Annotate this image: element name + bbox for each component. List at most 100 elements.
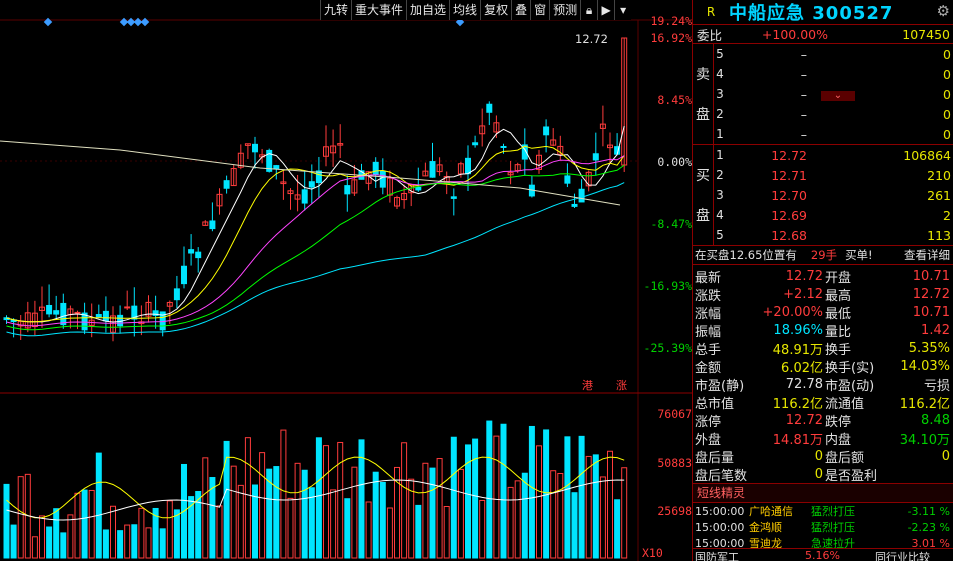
axis-pct-6: -16.93% [643, 279, 692, 293]
buy-row[interactable]: 4 12.69 2 [713, 205, 953, 225]
last-price-label: 12.72 [575, 32, 608, 46]
toolbar-add-watchlist-button[interactable]: 加自选 [406, 0, 449, 20]
alert-row[interactable]: 15:00:00 广哈通信 猛烈打压 -3.11 % [693, 503, 953, 519]
chevron-down-icon[interactable]: ⌄ [821, 91, 855, 101]
volume-bar [337, 441, 344, 559]
volume-bar [117, 530, 124, 559]
candle-body [188, 249, 195, 254]
stat-label: 换手(实) [825, 360, 875, 376]
lock-icon[interactable]: 🔒︎ [580, 0, 597, 20]
buy-price: 12.68 [771, 227, 807, 243]
volume-bar [39, 515, 45, 559]
buy-row[interactable]: 3 12.70 261 [713, 185, 953, 205]
volume-bar [528, 425, 535, 559]
toolbar-ma-button[interactable]: 均线 [449, 0, 480, 20]
short-term-alerts-header[interactable]: 短线精灵 [693, 483, 953, 503]
stat-value: 116.2亿 [899, 396, 950, 412]
sell-row[interactable]: 1 – 0 [713, 124, 953, 144]
ma10-line [6, 145, 625, 323]
volume-bar [550, 470, 557, 559]
view-detail-link[interactable]: 查看详细 [904, 247, 953, 263]
volume-bar [230, 465, 237, 559]
stat-label: 总手 [695, 342, 722, 358]
sell-row[interactable]: 2 – 0 [713, 104, 953, 124]
volume-bar [60, 532, 67, 559]
quote-panel: R 中船应急 300527 ⚙ 委比 +100.00% 107450 卖盘 ⌄ … [692, 0, 953, 561]
volume-bar [330, 489, 337, 559]
stat-row: 涨跌 +2.12 最高 12.72 [693, 285, 953, 304]
volume-bar [614, 499, 621, 559]
toolbar-jiuzhuan-button[interactable]: 九转 [320, 0, 351, 20]
candle-body [223, 180, 230, 189]
r-badge: R [706, 5, 716, 19]
stat-label: 盘后量 [695, 450, 735, 466]
toolbar-adjust-button[interactable]: 复权 [480, 0, 511, 20]
stock-name[interactable]: 中船应急 300527 [729, 0, 893, 25]
alert-stock: 广哈通信 [749, 505, 793, 518]
volume-bar [422, 462, 429, 559]
axis-pct-2: 16.92% [650, 31, 692, 45]
volume-bar [344, 498, 351, 559]
buy-level: 5 [716, 228, 724, 242]
candle-body [181, 265, 187, 285]
stat-label: 金额 [695, 360, 722, 376]
buy-level: 1 [716, 148, 724, 162]
sell-book-label: 卖盘 [693, 44, 714, 144]
stat-row: 金额 6.02亿 换手(实) 14.03% [693, 357, 953, 376]
buy-row[interactable]: 5 12.68 113 [713, 225, 953, 245]
toolbar-forecast-button[interactable]: 预测 [549, 0, 580, 20]
volume-bar [166, 500, 173, 559]
stat-row: 涨停 12.72 跌停 8.48 [693, 411, 953, 430]
stat-label: 最低 [825, 306, 852, 322]
volume-bar [507, 486, 514, 559]
toolbar-overlay-button[interactable]: 叠 [511, 0, 530, 20]
candle-body [571, 203, 578, 207]
candle-body [564, 175, 571, 184]
weibi-pct: +100.00% [761, 26, 828, 42]
candle-body [252, 143, 258, 153]
candle-body [46, 304, 53, 315]
toolbar-major-events-button[interactable]: 重大事件 [351, 0, 406, 20]
kline-chart-svg[interactable] [0, 0, 692, 561]
stat-row: 最新 12.72 开盘 10.71 [693, 267, 953, 286]
buy-book-label: 买盘 [693, 145, 714, 245]
stat-value: 12.72 [785, 268, 823, 284]
stat-value: 6.02亿 [781, 360, 823, 376]
candle-body [53, 310, 60, 315]
sector-bar[interactable]: 国防军工 5.16% 同行业比较 [693, 548, 953, 561]
buy-row[interactable]: 2 12.71 210 [713, 165, 953, 185]
axis-vol-unit: X10 [642, 546, 663, 560]
volume-bar [308, 487, 315, 559]
weibi-row: 委比 +100.00% 107450 [693, 25, 953, 44]
volume-bar [443, 505, 450, 559]
alert-time: 15:00:00 [695, 520, 745, 534]
peer-compare-link[interactable]: 同行业比较 [875, 549, 930, 561]
stat-value: 10.71 [912, 268, 950, 284]
toolbar-window-button[interactable]: 窗 [530, 0, 549, 20]
volume-bar [564, 436, 571, 559]
volume-bar [145, 527, 152, 559]
alert-stock: 金鸿顺 [749, 521, 782, 534]
volume-bar [102, 529, 109, 559]
sector-pct: 5.16% [805, 549, 840, 561]
sell-row[interactable]: 5 – 0 [713, 44, 953, 64]
buy-row[interactable]: 1 12.72 106864 [713, 145, 953, 165]
buy-level: 2 [716, 168, 724, 182]
kline-chart-area[interactable]: 九转 重大事件 加自选 均线 复权 叠 窗 预测 🔒︎ ▶ ▾ 19.24% 1… [0, 0, 692, 561]
stat-row: 盘后笔数 0 是否盈利 [693, 465, 953, 484]
volume-bar [138, 507, 145, 559]
stat-label: 最新 [695, 270, 722, 286]
candle-body [429, 161, 436, 178]
volume-bar [74, 492, 81, 559]
sell-volume: 0 [943, 46, 951, 62]
stat-label: 是否盈利 [825, 468, 878, 484]
gear-icon[interactable]: ⚙ [937, 2, 950, 20]
sell-row[interactable]: 4 – 0 [713, 64, 953, 84]
hk-connect-tag: 港 [582, 379, 593, 392]
panel-toggle-icon[interactable]: ▶ [597, 0, 614, 20]
stat-value: 1.42 [921, 322, 950, 338]
dropdown-icon[interactable]: ▾ [614, 0, 631, 20]
stat-value: 18.96% [773, 322, 823, 338]
alert-row[interactable]: 15:00:00 金鸿顺 猛烈打压 -2.23 % [693, 519, 953, 535]
buy-volume: 261 [927, 187, 951, 203]
